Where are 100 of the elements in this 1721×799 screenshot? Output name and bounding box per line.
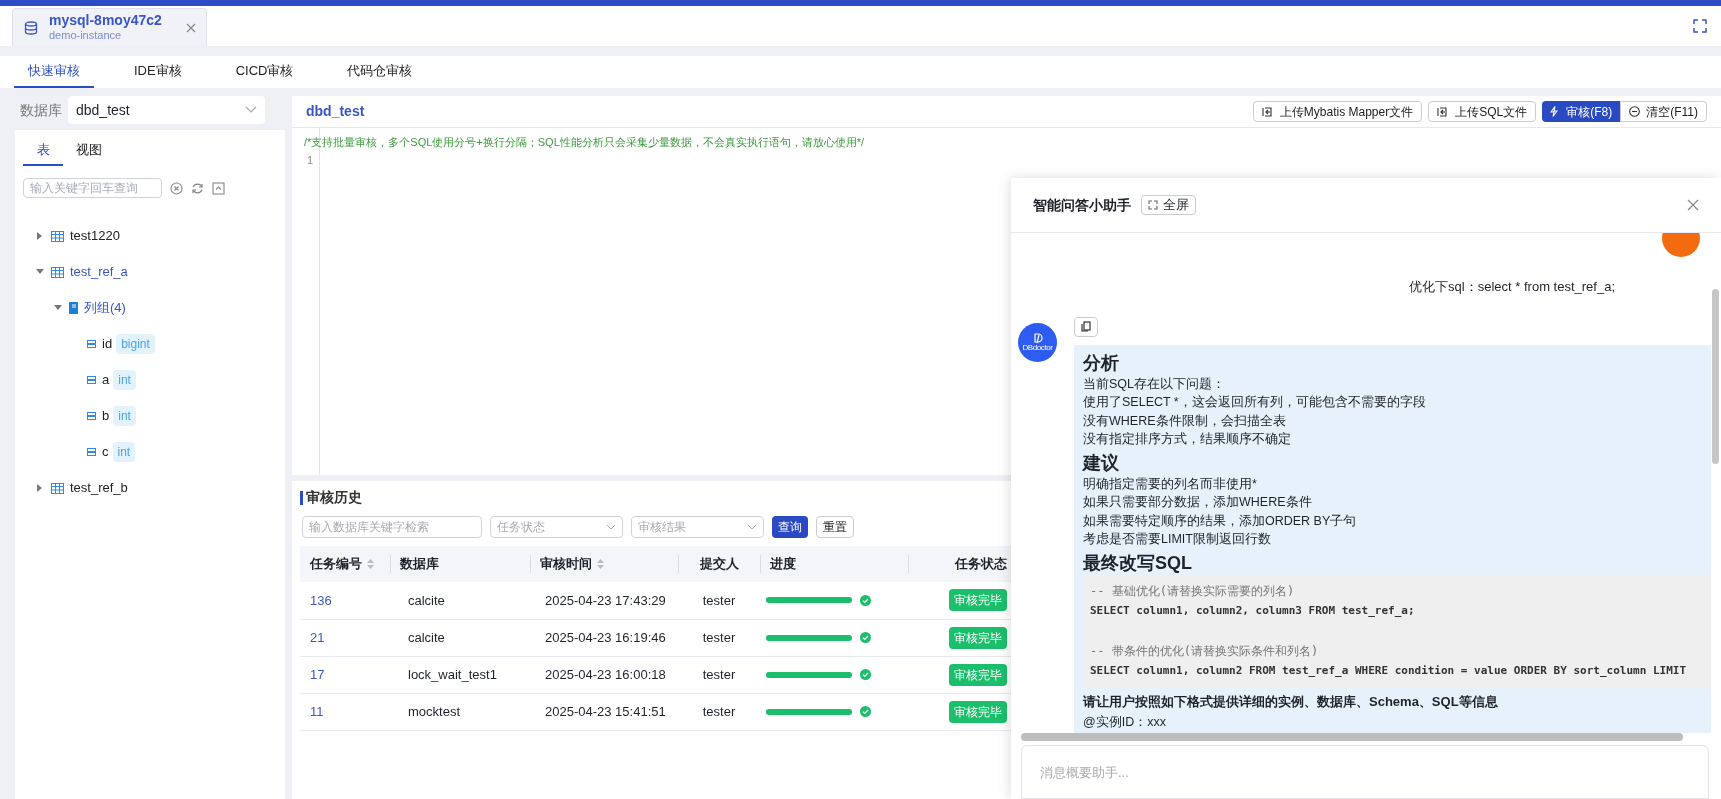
fullscreen-button[interactable]: 全屏	[1141, 195, 1196, 215]
editor-hint-comment: /*支持批量审核，多个SQL使用分号+换行分隔；SQL性能分析只会采集少量数据，不会真实执行语句，请放心使用*/	[304, 135, 865, 150]
check-circle-icon	[860, 632, 871, 643]
status-tag: 审核完毕	[949, 589, 1007, 612]
close-icon[interactable]	[185, 22, 196, 33]
book-icon	[69, 302, 78, 314]
user-message: 优化下sql：select * from test_ref_a;	[1409, 278, 1615, 296]
collapse-icon[interactable]	[212, 181, 225, 195]
review-tab[interactable]: 代码仓审核	[333, 56, 427, 88]
table-cell: mocktest	[408, 703, 460, 719]
column-header: 提交人	[699, 555, 739, 574]
answer-heading: 分析	[1083, 351, 1120, 375]
answer-text: 如果需要特定顺序的结果，添加ORDER BY子句	[1083, 512, 1358, 530]
column-icon	[87, 340, 96, 348]
table-cell: lock_wait_test1	[408, 666, 497, 682]
chevron-down-icon	[606, 524, 616, 530]
database-icon	[23, 19, 39, 36]
column-header[interactable]: 审核时间	[540, 554, 592, 574]
assistant-title: 智能问答小助手	[1033, 195, 1131, 215]
column-icon	[87, 376, 96, 384]
answer-text: 没有指定排序方式，结果顺序不确定	[1083, 431, 1292, 448]
answer-text: 如果只需要部分数据，添加WHERE条件	[1083, 494, 1313, 511]
column-name[interactable]: id	[102, 334, 113, 354]
answer-heading: 最终改写SQL	[1083, 551, 1193, 575]
editor-database-name: dbd_test	[306, 102, 366, 121]
column-header[interactable]: 任务编号	[310, 554, 362, 574]
type-badge: int	[112, 442, 136, 462]
answer-text: 当前SQL存在以下问题：	[1083, 375, 1226, 393]
chevron-down-icon	[747, 524, 757, 530]
sidebar-tab[interactable]: 视图	[69, 136, 109, 166]
column-header: 进度	[770, 555, 796, 574]
review-tab[interactable]: IDE审核	[120, 56, 196, 88]
bolt-icon	[1550, 106, 1559, 117]
answer-text: 明确指定需要的列名而非使用*	[1083, 475, 1258, 493]
instance-subtitle: demo-instance	[49, 29, 123, 44]
scrollbar[interactable]	[1712, 289, 1719, 464]
column-name[interactable]: b	[102, 406, 110, 426]
clear-icon[interactable]	[170, 181, 183, 195]
column-header: 任务状态	[955, 555, 1007, 574]
upload-icon	[1437, 106, 1448, 117]
status-tag: 审核完毕	[949, 626, 1007, 649]
sidebar-tab[interactable]: 表	[23, 136, 63, 166]
fullscreen-icon[interactable]	[1693, 19, 1707, 33]
scrollbar[interactable]	[1021, 733, 1683, 741]
query-button[interactable]: 查询	[772, 516, 808, 538]
column-icon	[87, 448, 96, 456]
check-circle-icon	[860, 706, 871, 717]
table-cell: 2025-04-23 15:41:51	[545, 703, 666, 719]
search-field[interactable]: 输入数据库关键字检索	[302, 516, 482, 538]
instance-name: mysql-8moy47c2	[49, 11, 162, 30]
check-circle-icon	[860, 594, 871, 606]
column-icon	[87, 412, 96, 420]
tree-item[interactable]: test_ref_a	[70, 262, 128, 282]
minus-circle-icon	[1629, 106, 1641, 117]
table-cell: tester	[702, 592, 736, 608]
database-select[interactable]: dbd_test	[68, 96, 265, 124]
table-cell: 2025-04-23 16:19:46	[545, 629, 666, 645]
caret-right-icon[interactable]	[37, 232, 43, 240]
table-cell: 2025-04-23 17:43:29	[545, 592, 666, 608]
upload-button[interactable]: 上传SQL文件	[1428, 101, 1537, 122]
answer-text: 考虑是否需要LIMIT限制返回行数	[1083, 531, 1272, 548]
task-id-link[interactable]: 11	[310, 703, 324, 719]
review-button[interactable]: 审核(F8)	[1542, 101, 1621, 122]
upload-button[interactable]: 上传Mybatis Mapper文件	[1252, 101, 1423, 122]
table-cell: tester	[702, 666, 736, 682]
tree-item[interactable]: test1220	[70, 226, 120, 246]
task-id-link[interactable]: 17	[310, 666, 325, 682]
refresh-icon[interactable]	[191, 181, 204, 195]
column-name[interactable]: c	[102, 442, 109, 462]
review-tab[interactable]: 快速审核	[14, 56, 94, 88]
search-field[interactable]: 输入关键字回车查询	[23, 178, 162, 198]
table-icon	[51, 230, 64, 242]
database-label: 数据库	[20, 100, 62, 120]
message-input[interactable]: 消息概要助手...	[1021, 745, 1709, 799]
column-name[interactable]: a	[102, 370, 110, 390]
review-tab[interactable]: CICD审核	[221, 56, 308, 88]
table-cell: 2025-04-23 16:00:18	[545, 666, 666, 682]
column-header: 数据库	[400, 555, 439, 574]
answer-text: @实例ID：xxx	[1083, 713, 1167, 731]
table-icon	[51, 266, 64, 278]
caret-right-icon[interactable]	[37, 484, 43, 492]
caret-down-icon[interactable]	[54, 305, 62, 311]
tree-item[interactable]: test_ref_b	[70, 478, 128, 498]
reset-button[interactable]: 重置	[816, 516, 854, 538]
close-icon[interactable]	[1687, 199, 1699, 211]
task-id-link[interactable]: 136	[310, 592, 332, 608]
status-tag: 审核完毕	[949, 663, 1007, 686]
answer-text: 没有WHERE条件限制，会扫描全表	[1083, 412, 1287, 430]
copy-icon	[1081, 321, 1091, 332]
code-block: -- 基础优化(请替换实际需要的列名) SELECT column1, column2, column3 FROM test_ref_a; -- 带条件的优化(请替换实际条件和列名) SELECT column1, column2 FROM test_ref_a WHERE condition = value ORDER BY sort_column LIMIT	[1083, 574, 1711, 687]
chevron-down-icon	[245, 106, 257, 114]
type-badge: int	[113, 406, 136, 426]
check-circle-icon	[860, 669, 871, 680]
copy-button[interactable]	[1074, 316, 1098, 337]
tree-item[interactable]: 列组(4)	[84, 298, 126, 318]
type-badge: bigint	[116, 334, 155, 354]
task-id-link[interactable]: 21	[310, 629, 325, 645]
clear-button[interactable]: 清空(F11)	[1620, 101, 1707, 122]
caret-down-icon[interactable]	[36, 269, 44, 275]
instance-tab[interactable]: mysql-8moy47c2 demo-instance	[12, 8, 207, 46]
